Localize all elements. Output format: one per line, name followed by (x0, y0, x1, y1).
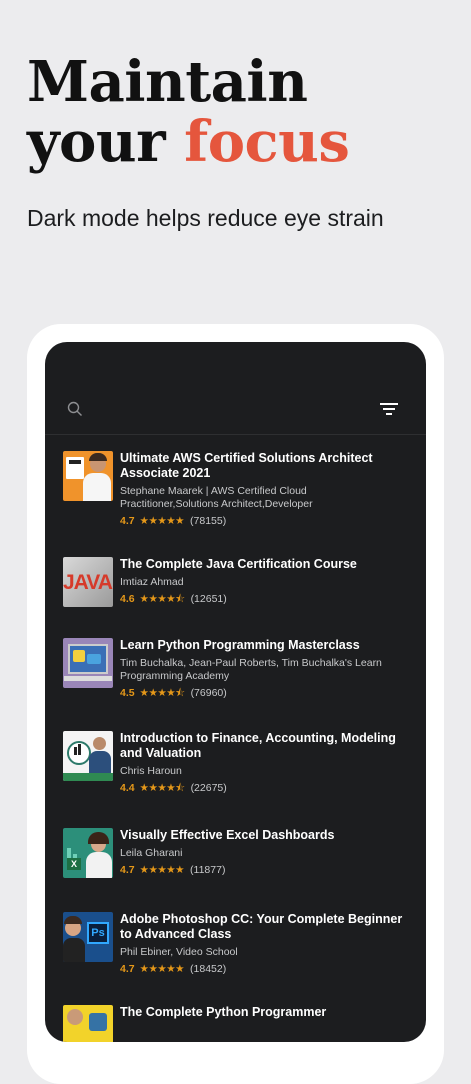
course-rating: 4.6 ★★★★⯪ (12651) (120, 592, 405, 606)
course-rating: 4.4 ★★★★⯪ (22675) (120, 781, 405, 795)
course-thumbnail: Ps (63, 912, 113, 962)
rating-value: 4.7 (120, 515, 135, 527)
search-icon[interactable] (67, 401, 83, 417)
review-count: (18452) (190, 963, 227, 975)
hero-heading: Maintain your focus (27, 49, 350, 175)
rating-value: 4.6 (120, 593, 135, 605)
star-icons: ★★★★★ (139, 864, 185, 876)
course-title: Adobe Photoshop CC: Your Complete Beginn… (120, 912, 403, 941)
course-title: Learn Python Programming Masterclass (120, 638, 360, 652)
course-rating: 4.7 ★★★★★ (78155) (120, 514, 405, 528)
course-thumbnail (63, 731, 113, 781)
rating-value: 4.5 (120, 687, 135, 699)
app-screen: Ultimate AWS Certified Solutions Archite… (45, 342, 426, 1042)
course-title: Ultimate AWS Certified Solutions Archite… (120, 451, 373, 480)
course-rating: 4.5 ★★★★⯪ (76960) (120, 686, 405, 700)
course-title: Visually Effective Excel Dashboards (120, 828, 335, 842)
course-thumbnail (63, 638, 113, 688)
course-rating: 4.7 ★★★★★ (11877) (120, 863, 405, 877)
course-instructor: Leila Gharani (120, 847, 183, 859)
course-thumbnail (63, 1005, 113, 1042)
course-thumbnail: JAVA (63, 557, 113, 607)
rating-value: 4.7 (120, 963, 135, 975)
hero-subtitle: Dark mode helps reduce eye strain (27, 205, 384, 231)
filter-icon[interactable] (379, 402, 399, 416)
star-icons: ★★★★⯪ (139, 782, 186, 794)
course-title: The Complete Java Certification Course (120, 557, 357, 571)
rating-value: 4.4 (120, 782, 135, 794)
course-instructor: Phil Ebiner, Video School (120, 946, 238, 958)
review-count: (76960) (190, 687, 227, 699)
review-count: (78155) (190, 515, 227, 527)
review-count: (12651) (190, 593, 227, 605)
star-icons: ★★★★⯪ (139, 593, 186, 605)
review-count: (22675) (190, 782, 227, 794)
course-instructor: Chris Haroun (120, 765, 182, 777)
star-icons: ★★★★⯪ (139, 687, 186, 699)
headline-word: your (27, 109, 166, 175)
course-title: Introduction to Finance, Accounting, Mod… (120, 731, 396, 760)
course-instructor: Tim Buchalka, Jean-Paul Roberts, Tim Buc… (120, 657, 382, 682)
review-count: (11877) (190, 864, 226, 876)
headline-line-1: Maintain (27, 49, 308, 115)
course-instructor: Imtiaz Ahmad (120, 576, 184, 588)
course-thumbnail (63, 451, 113, 501)
headline-line-2: your focus (27, 109, 350, 175)
headline-accent-word: focus (184, 109, 350, 175)
app-top-bar (45, 342, 426, 435)
star-icons: ★★★★★ (139, 515, 185, 527)
star-icons: ★★★★★ (139, 963, 185, 975)
course-thumbnail: X (63, 828, 113, 878)
rating-value: 4.7 (120, 864, 135, 876)
course-rating: 4.7 ★★★★★ (18452) (120, 962, 405, 976)
course-title: The Complete Python Programmer (120, 1005, 327, 1019)
course-instructor: Stephane Maarek | AWS Certified Cloud Pr… (120, 485, 313, 510)
